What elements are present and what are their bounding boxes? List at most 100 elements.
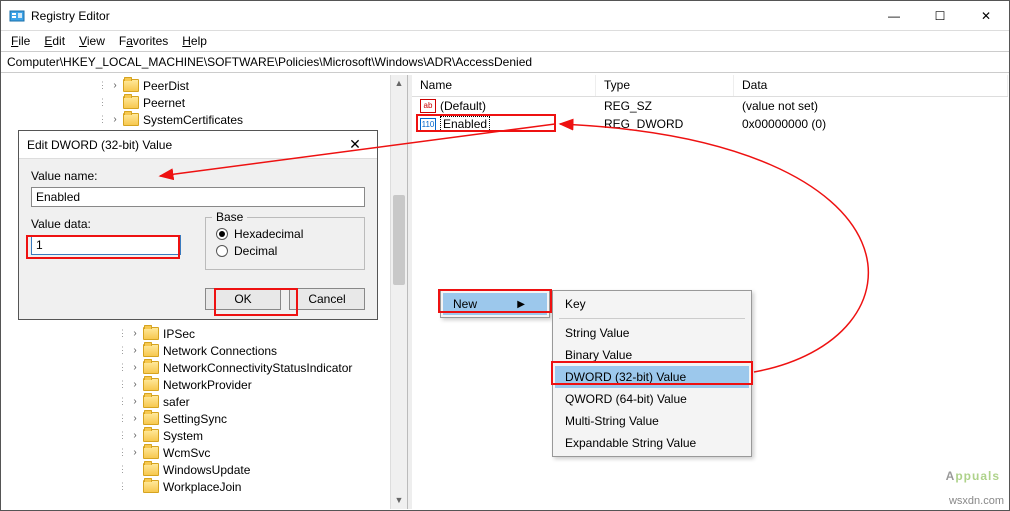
tree-guide-icon: ⋮ <box>118 328 129 339</box>
tree-guide-icon: ⋮ <box>118 396 129 407</box>
ctx-item[interactable]: Key <box>555 293 749 315</box>
tree-item-label: System <box>163 429 203 443</box>
tree-item[interactable]: ⋮ ›SystemCertificates <box>2 111 407 128</box>
value-data-label: Value data: <box>31 217 181 231</box>
tree-item[interactable]: ⋮ ›safer <box>2 393 407 410</box>
expander-icon[interactable]: › <box>129 379 141 390</box>
col-header-name[interactable]: Name <box>412 75 596 96</box>
menu-favorites[interactable]: Favorites <box>113 32 174 50</box>
tree-item[interactable]: ⋮ WorkplaceJoin <box>2 478 407 495</box>
ctx-new-label: New <box>453 297 477 311</box>
scroll-up-icon[interactable]: ▲ <box>391 75 407 92</box>
tree-item[interactable]: ⋮ ›SettingSync <box>2 410 407 427</box>
scroll-thumb[interactable] <box>393 195 405 285</box>
expander-icon[interactable]: › <box>129 430 141 441</box>
menubar: File Edit View Favorites Help <box>1 31 1009 51</box>
tree-item-label: WorkplaceJoin <box>163 480 241 494</box>
menu-view[interactable]: View <box>73 32 111 50</box>
maximize-button[interactable]: ☐ <box>917 1 963 30</box>
cancel-button[interactable]: Cancel <box>289 288 365 310</box>
menu-help[interactable]: Help <box>176 32 213 50</box>
tree-item[interactable]: ⋮ ›PeerDist <box>2 77 407 94</box>
value-data-field[interactable] <box>31 235 181 255</box>
tree-item[interactable]: ⋮ ›IPSec <box>2 325 407 342</box>
dialog-close-button[interactable]: ✕ <box>341 136 369 153</box>
scroll-down-icon[interactable]: ▼ <box>391 492 407 509</box>
window-controls: — ☐ ✕ <box>871 1 1009 30</box>
dialog-body: Value name: Value data: Base Hexadecimal… <box>19 159 377 320</box>
tree-item[interactable]: ⋮ ›NetworkConnectivityStatusIndicator <box>2 359 407 376</box>
folder-icon <box>123 96 139 109</box>
value-name-label: Value name: <box>31 169 365 183</box>
ctx-item[interactable]: QWORD (64-bit) Value <box>555 388 749 410</box>
expander-icon[interactable]: › <box>129 413 141 424</box>
ctx-item-label: Multi-String Value <box>565 414 659 428</box>
list-body[interactable]: ab(Default)REG_SZ(value not set)110Enabl… <box>412 97 1008 133</box>
address-path[interactable]: Computer\HKEY_LOCAL_MACHINE\SOFTWARE\Pol… <box>7 55 1003 69</box>
credit-text: wsxdn.com <box>949 495 1004 507</box>
tree-guide-icon: ⋮ <box>118 447 129 458</box>
ctx-item-label: Binary Value <box>565 348 632 362</box>
ctx-item-label: String Value <box>565 326 629 340</box>
dialog-titlebar[interactable]: Edit DWORD (32-bit) Value ✕ <box>19 131 377 159</box>
list-header[interactable]: Name Type Data <box>412 75 1008 97</box>
ctx-item[interactable]: DWORD (32-bit) Value <box>555 366 749 388</box>
close-button[interactable]: ✕ <box>963 1 1009 30</box>
radio-hex[interactable] <box>216 228 228 240</box>
tree-item[interactable]: ⋮ › NetworkProvider <box>2 376 407 393</box>
expander-icon[interactable]: › <box>129 396 141 407</box>
expander-icon[interactable]: › <box>129 362 141 373</box>
cell-name[interactable]: ab(Default) <box>412 99 596 114</box>
radio-dec[interactable] <box>216 245 228 257</box>
tree-item-label: Peernet <box>143 96 185 110</box>
ctx-item[interactable]: Expandable String Value <box>555 432 749 454</box>
tree-item[interactable]: ⋮ WindowsUpdate <box>2 461 407 478</box>
address-bar[interactable]: Computer\HKEY_LOCAL_MACHINE\SOFTWARE\Pol… <box>1 51 1009 73</box>
tree-item[interactable]: ⋮ Peernet <box>2 94 407 111</box>
col-header-type[interactable]: Type <box>596 75 734 96</box>
tree-top-section: ⋮ ›PeerDist⋮ Peernet⋮ ›SystemCertificate… <box>2 75 407 128</box>
context-menu-primary[interactable]: New ▶ <box>440 290 550 318</box>
ctx-item[interactable]: Binary Value <box>555 344 749 366</box>
radio-hex-row[interactable]: Hexadecimal <box>216 227 354 241</box>
tree-guide-icon: ⋮ <box>98 97 109 108</box>
radio-dec-row[interactable]: Decimal <box>216 244 354 258</box>
tree-guide-icon: ⋮ <box>98 114 109 125</box>
radio-dec-label: Decimal <box>234 244 277 258</box>
context-submenu-new[interactable]: Key String Value Binary Value DWORD (32-bit… <box>552 290 752 457</box>
tree-guide-icon: ⋮ <box>118 464 129 475</box>
folder-icon <box>143 446 159 459</box>
expander-icon[interactable]: › <box>129 345 141 356</box>
expander-icon[interactable]: › <box>109 114 121 125</box>
tree-item[interactable]: ⋮ ›System <box>2 427 407 444</box>
expander-icon[interactable]: › <box>129 447 141 458</box>
value-row[interactable]: 110EnabledREG_DWORD0x00000000 (0) <box>412 115 1008 133</box>
tree-scrollbar[interactable]: ▲ ▼ <box>390 75 407 509</box>
value-name-field[interactable] <box>31 187 365 207</box>
ctx-item[interactable]: Multi-String Value <box>555 410 749 432</box>
tree-item[interactable]: ⋮ ›WcmSvc <box>2 444 407 461</box>
ctx-item[interactable]: String Value <box>555 322 749 344</box>
rename-field[interactable]: Enabled <box>440 116 490 132</box>
tree-item-label: PeerDist <box>143 79 189 93</box>
ctx-new[interactable]: New ▶ <box>443 293 547 315</box>
ok-button[interactable]: OK <box>205 288 281 310</box>
folder-icon <box>123 79 139 92</box>
folder-icon <box>143 480 159 493</box>
minimize-button[interactable]: — <box>871 1 917 30</box>
edit-dword-dialog[interactable]: Edit DWORD (32-bit) Value ✕ Value name: … <box>18 130 378 320</box>
tree-item-label: NetworkProvider <box>163 378 252 392</box>
expander-icon[interactable]: › <box>129 328 141 339</box>
titlebar[interactable]: Registry Editor — ☐ ✕ <box>1 1 1009 31</box>
menu-file[interactable]: File <box>5 32 36 50</box>
base-fieldset: Base Hexadecimal Decimal <box>205 217 365 270</box>
cell-name[interactable]: 110Enabled <box>412 116 596 132</box>
expander-icon[interactable]: › <box>109 80 121 91</box>
tree-guide-icon: ⋮ <box>118 379 129 390</box>
menu-edit[interactable]: Edit <box>38 32 71 50</box>
tree-item[interactable]: ⋮ ›Network Connections <box>2 342 407 359</box>
col-header-data[interactable]: Data <box>734 75 1008 96</box>
watermark: Appuals <box>946 455 1000 487</box>
value-row[interactable]: ab(Default)REG_SZ(value not set) <box>412 97 1008 115</box>
ctx-item-label: QWORD (64-bit) Value <box>565 392 687 406</box>
